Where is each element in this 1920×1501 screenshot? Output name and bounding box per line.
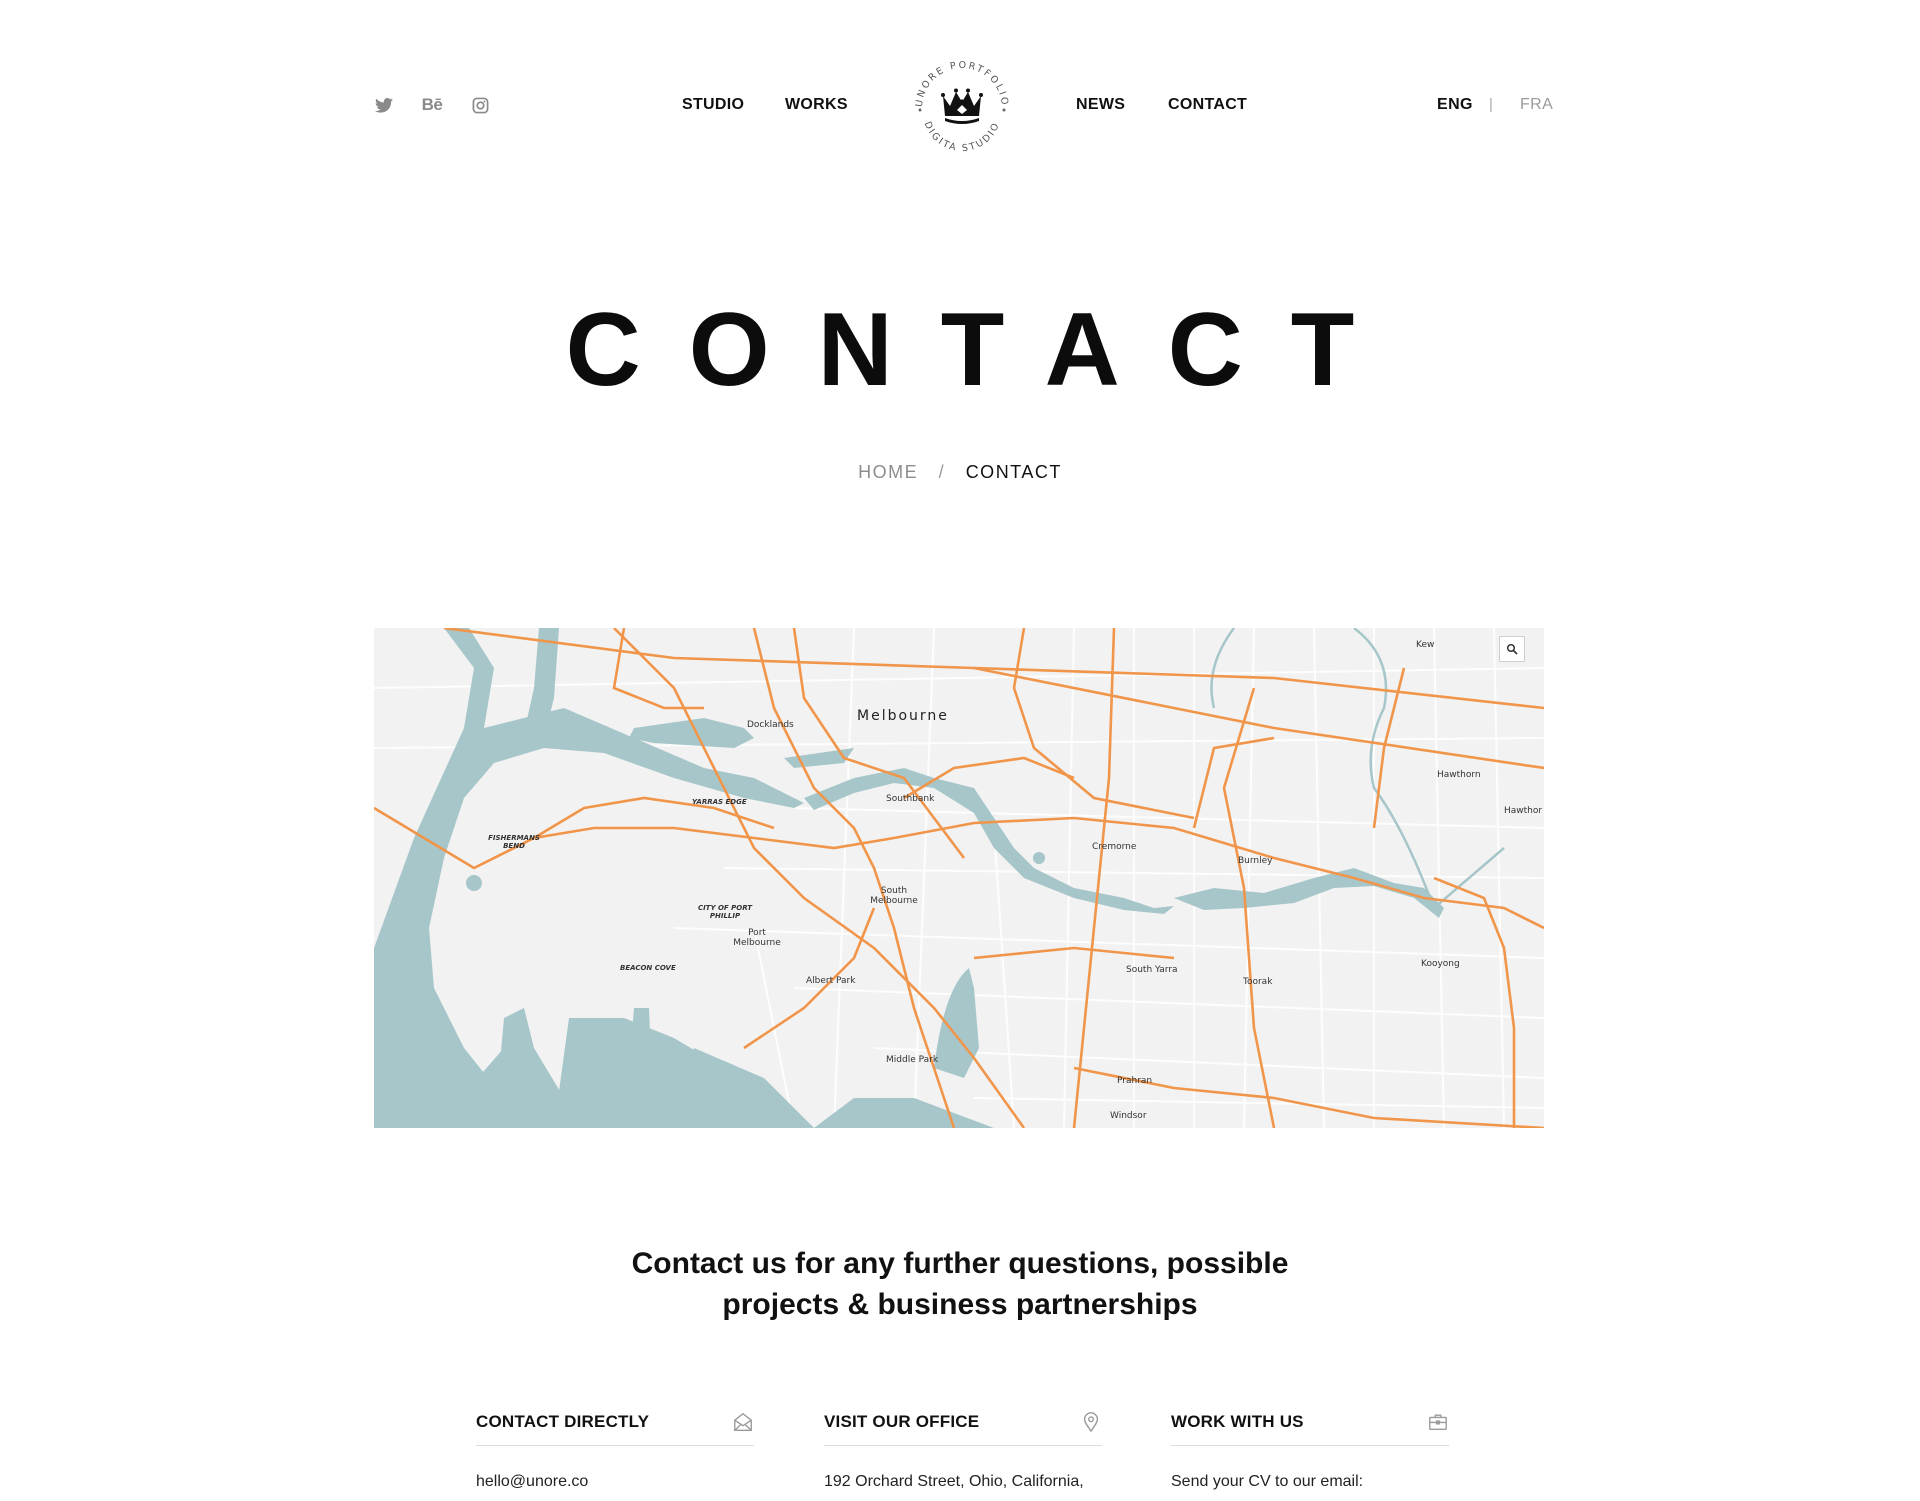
location-pin-icon xyxy=(1080,1411,1102,1433)
tagline-line-1: Contact us for any further questions, po… xyxy=(631,1247,1289,1280)
logo[interactable]: UNORE PORTFOLIO DIGITA STUDIO xyxy=(905,50,1019,162)
briefcase-icon xyxy=(1427,1411,1449,1433)
envelope-open-icon xyxy=(732,1411,754,1433)
crown-icon xyxy=(941,88,983,124)
map-label-windsor: Windsor xyxy=(1110,1111,1147,1121)
contact-directly-column: CONTACT DIRECTLY hello@unore.co xyxy=(476,1405,754,1494)
contact-directly-header: CONTACT DIRECTLY xyxy=(476,1405,754,1446)
map-label-toorak: Toorak xyxy=(1243,977,1273,987)
twitter-icon[interactable] xyxy=(374,95,394,115)
map-label-beacon-cove: BEACON COVE xyxy=(620,964,676,972)
map-label-yarras-edge: YARRAS EDGE xyxy=(692,798,747,806)
lang-eng[interactable]: ENG xyxy=(1437,96,1473,114)
magnifier-icon[interactable] xyxy=(1499,636,1525,662)
contact-tagline: Contact us for any further questions, po… xyxy=(0,1243,1920,1325)
map-canvas[interactable] xyxy=(374,628,1544,1128)
contact-email-link[interactable]: hello@unore.co xyxy=(476,1470,754,1494)
lang-separator: | xyxy=(1489,96,1493,113)
map-label-middle-park: Middle Park xyxy=(886,1055,939,1065)
nav-news[interactable]: NEWS xyxy=(1076,96,1125,114)
behance-icon[interactable]: Bē xyxy=(422,95,443,115)
tagline-line-2: projects & business partnerships xyxy=(722,1288,1198,1321)
visit-office-header: VISIT OUR OFFICE xyxy=(824,1405,1102,1446)
map-label-fishermans-bend: FISHERMANS BEND xyxy=(488,834,540,850)
map-label-albert-park: Albert Park xyxy=(806,976,856,986)
logo-bottom-text: DIGITA STUDIO xyxy=(922,120,1003,154)
lang-fra[interactable]: FRA xyxy=(1520,96,1553,114)
map-label-kew: Kew xyxy=(1416,640,1435,650)
breadcrumb-separator: / xyxy=(938,462,946,482)
instagram-icon[interactable] xyxy=(470,95,490,115)
page-title: CONTACT xyxy=(565,292,1403,408)
map-label-cremorne: Cremorne xyxy=(1092,842,1137,852)
map-label-hawthorn: Hawthorn xyxy=(1437,770,1481,780)
map-label-burnley: Burnley xyxy=(1238,856,1273,866)
work-with-us-text: Send your CV to our email: xyxy=(1171,1473,1364,1490)
nav-works[interactable]: WORKS xyxy=(785,96,848,114)
site-header: Bē STUDIO WORKS UNORE PORTFOLIO DIGITA S… xyxy=(0,0,1920,220)
map-label-city-of-port-phillip: CITY OF PORT PHILLIP xyxy=(697,904,753,920)
visit-office-column: VISIT OUR OFFICE 192 Orchard Street, Ohi… xyxy=(824,1405,1102,1494)
map-label-port-melbourne: Port Melbourne xyxy=(733,928,781,948)
map-label-hawthorn-east: Hawthor xyxy=(1504,806,1543,816)
map-label-southbank: Southbank xyxy=(886,794,935,804)
breadcrumb: HOME / CONTACT xyxy=(0,462,1920,483)
map[interactable]: Melbourne Docklands Southbank YARRAS EDG… xyxy=(374,628,1544,1128)
work-with-us-column: WORK WITH US Send your CV to our email: xyxy=(1171,1405,1449,1494)
nav-contact[interactable]: CONTACT xyxy=(1168,96,1247,114)
map-label-kooyong: Kooyong xyxy=(1421,959,1460,969)
map-label-prahran: Prahran xyxy=(1117,1076,1153,1086)
nav-studio[interactable]: STUDIO xyxy=(682,96,744,114)
map-label-docklands: Docklands xyxy=(747,720,794,730)
breadcrumb-current: CONTACT xyxy=(965,462,1062,482)
social-links: Bē xyxy=(374,95,490,115)
map-label-melbourne: Melbourne xyxy=(857,708,949,724)
visit-office-title: VISIT OUR OFFICE xyxy=(824,1412,980,1431)
contact-directly-title: CONTACT DIRECTLY xyxy=(476,1412,650,1431)
map-label-south-melbourne: South Melbourne xyxy=(870,886,918,906)
work-with-us-header: WORK WITH US xyxy=(1171,1405,1449,1446)
office-address: 192 Orchard Street, Ohio, California, xyxy=(824,1473,1084,1490)
breadcrumb-home[interactable]: HOME xyxy=(858,462,918,482)
map-label-south-yarra: South Yarra xyxy=(1126,965,1178,975)
work-with-us-title: WORK WITH US xyxy=(1171,1412,1304,1431)
